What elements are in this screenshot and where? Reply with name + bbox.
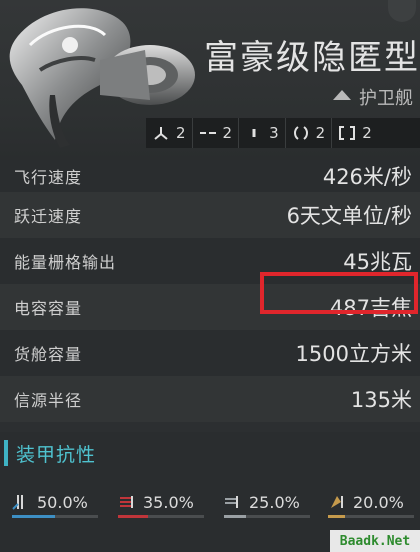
- slot-count: 3: [269, 124, 279, 142]
- stat-label: 货舱容量: [14, 345, 83, 364]
- fitting-slots-bar: 2 2 3 2 2: [146, 118, 420, 148]
- resist-value: 25.0%: [249, 492, 300, 512]
- stat-value: 1500立方米: [295, 342, 412, 366]
- ship-header: 富豪级隐匿型 护卫舰 2 2 3 2 2: [0, 0, 420, 160]
- resist-bar-fill: [328, 515, 346, 518]
- ship-name: 富豪级隐匿型: [204, 38, 420, 78]
- slot-mid: 2: [193, 118, 240, 148]
- rig-slot-icon: [293, 126, 308, 140]
- armor-section-header[interactable]: 装甲抗性: [0, 432, 420, 474]
- stat-value: 45兆瓦: [343, 250, 412, 274]
- stat-value: 6天文单位/秒: [286, 204, 412, 228]
- stat-label: 跃迁速度: [14, 207, 83, 226]
- resist-bar-thermal: [118, 515, 204, 518]
- slot-count: 2: [176, 124, 186, 142]
- ship-class[interactable]: 护卫舰: [333, 84, 413, 110]
- resist-bar-kinetic: [224, 515, 310, 518]
- stat-row-powergrid: 能量栅格输出 45兆瓦: [0, 238, 420, 284]
- resist-bar-fill: [12, 515, 55, 518]
- section-title: 装甲抗性: [16, 443, 97, 466]
- stat-label: 电容容量: [14, 299, 83, 318]
- high-slot-icon: [154, 127, 168, 140]
- resist-value: 20.0%: [353, 492, 404, 512]
- resist-kinetic: 25.0%: [222, 492, 300, 512]
- stat-value: 426米/秒: [322, 165, 412, 189]
- stat-value: 487吉焦: [329, 296, 412, 320]
- subsystem-slot-icon: [339, 126, 356, 140]
- resist-explosive: 20.0%: [326, 492, 404, 512]
- stat-row-cargo: 货舱容量 1500立方米: [0, 330, 420, 376]
- stat-row-capacitor: 电容容量 487吉焦: [0, 284, 420, 330]
- site-watermark: Baadk.Net: [330, 530, 420, 552]
- slot-count: 2: [222, 124, 233, 142]
- low-slot-icon: [252, 129, 256, 137]
- resist-value: 50.0%: [37, 492, 88, 512]
- close-icon[interactable]: [388, 0, 416, 22]
- em-resist-icon: [12, 495, 23, 510]
- mid-slot-icon: [199, 132, 216, 134]
- collapse-triangle-icon: [333, 90, 351, 100]
- slot-rig: 2: [286, 118, 333, 148]
- slot-subsystem: 2: [332, 118, 378, 148]
- resist-em: 50.0%: [10, 492, 88, 512]
- resist-bar-explosive: [328, 515, 414, 518]
- resist-bar-em: [12, 515, 98, 518]
- stat-label: 能量栅格输出: [14, 253, 117, 272]
- section-accent-bar: [4, 440, 8, 466]
- stat-label: 飞行速度: [14, 168, 83, 187]
- resist-bar-fill: [118, 515, 149, 518]
- resist-thermal: 35.0%: [116, 492, 194, 512]
- kinetic-resist-icon: [225, 496, 238, 508]
- resist-bar-fill: [224, 515, 246, 518]
- slot-high: 2: [146, 118, 193, 148]
- ship-class-label: 护卫舰: [359, 88, 413, 109]
- stat-label: 信源半径: [14, 391, 83, 410]
- slot-count: 2: [362, 124, 372, 142]
- ship-stats-list: 飞行速度 426米/秒 跃迁速度 6天文单位/秒 能量栅格输出 45兆瓦 电容容…: [0, 160, 420, 422]
- explosive-resist-icon: [331, 496, 343, 508]
- slot-low: 3: [239, 118, 286, 148]
- stat-row-signature: 信源半径 135米: [0, 376, 420, 422]
- slot-count: 2: [315, 124, 326, 142]
- thermal-resist-icon: [120, 496, 133, 508]
- stat-value: 135米: [350, 388, 412, 412]
- resist-value: 35.0%: [143, 492, 194, 512]
- stat-row-velocity: 飞行速度 426米/秒: [0, 160, 420, 192]
- stat-row-warp-speed: 跃迁速度 6天文单位/秒: [0, 192, 420, 238]
